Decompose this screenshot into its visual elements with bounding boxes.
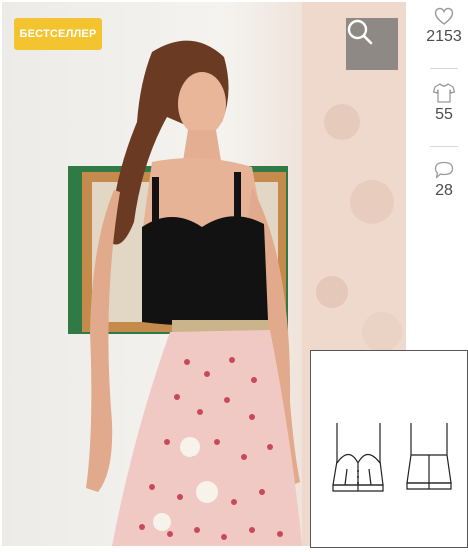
comments-stat[interactable]: 28 <box>418 160 468 200</box>
made-count: 55 <box>435 106 453 123</box>
bustier-sketch-image <box>332 423 452 492</box>
comments-count: 28 <box>435 182 453 199</box>
technical-sketch-thumbnail[interactable] <box>310 350 468 548</box>
comment-icon <box>434 161 454 179</box>
zoom-search-button[interactable] <box>346 18 398 70</box>
stats-divider <box>430 68 458 69</box>
search-icon <box>347 19 373 45</box>
likes-count: 2153 <box>426 28 462 45</box>
bestseller-badge: БЕСТСЕЛЛЕР <box>14 18 102 50</box>
heart-icon <box>434 7 454 25</box>
tshirt-icon <box>432 83 456 103</box>
made-stat[interactable]: 55 <box>418 82 468 124</box>
stats-divider <box>430 146 458 147</box>
stats-column: 2153 55 28 <box>418 0 468 240</box>
likes-stat[interactable]: 2153 <box>418 6 468 46</box>
